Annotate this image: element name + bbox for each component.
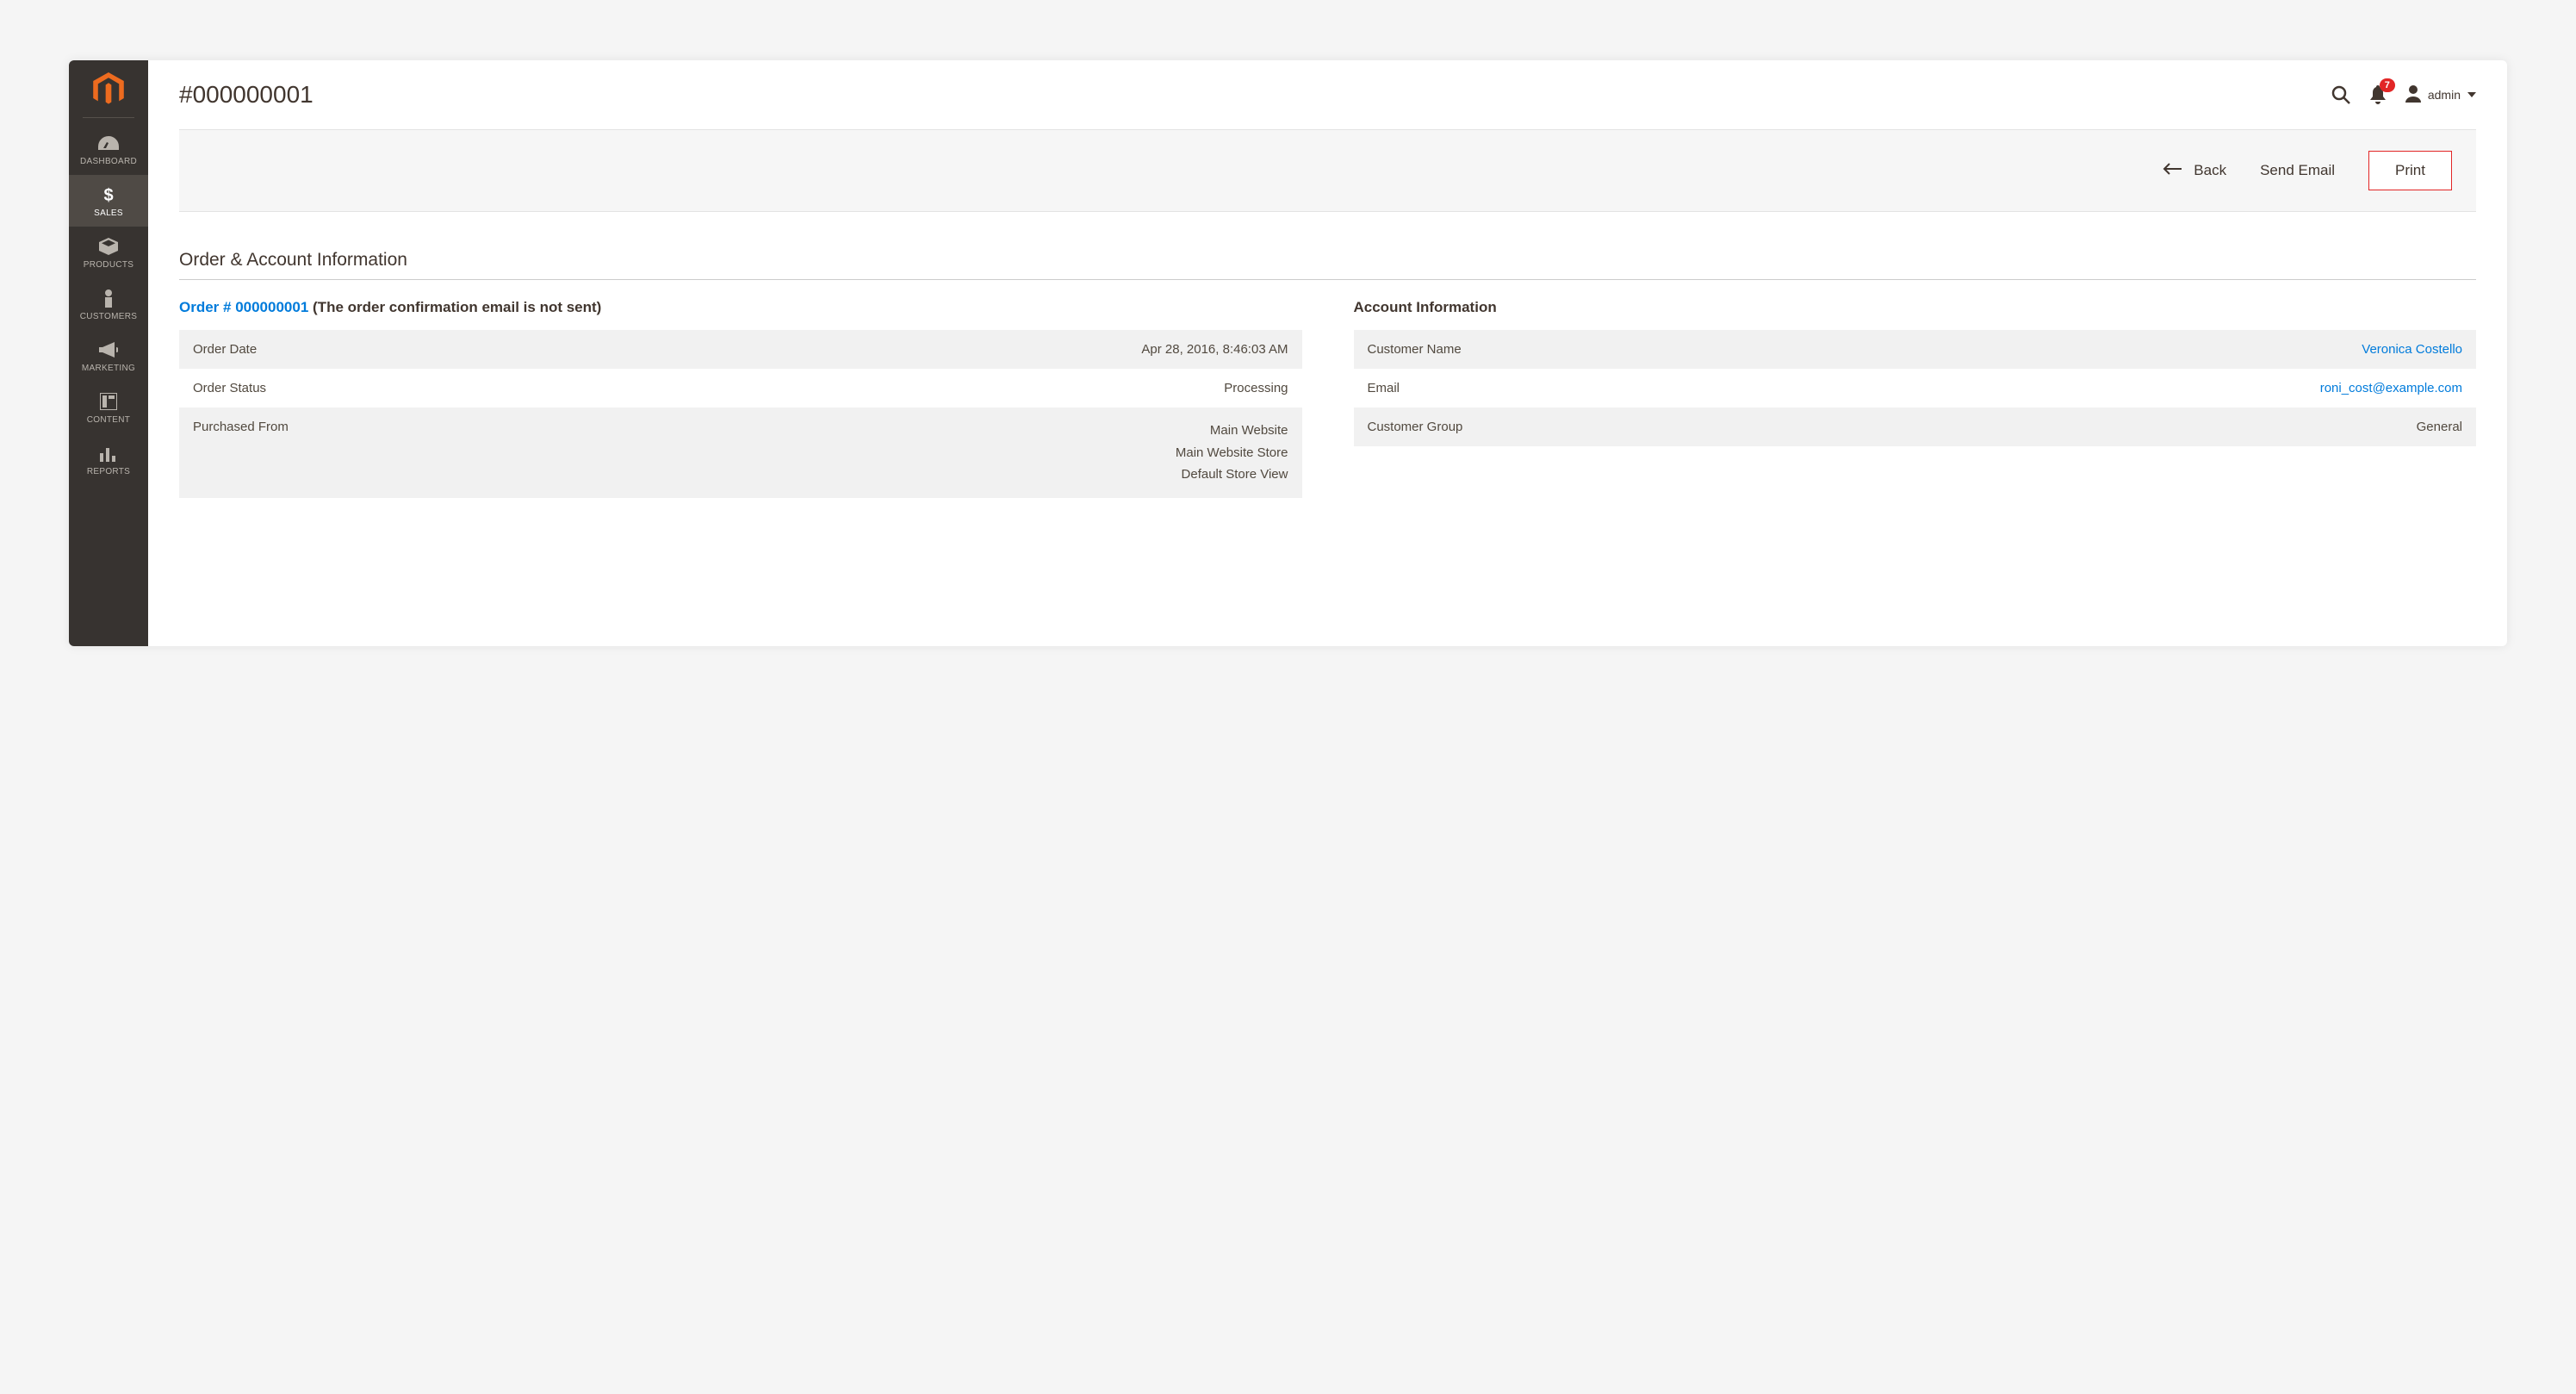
sidebar-item-label: REPORTS [87, 467, 130, 476]
page-title: #000000001 [179, 81, 313, 109]
notification-badge: 7 [2380, 78, 2395, 92]
customer-group-label: Customer Group [1354, 408, 1825, 446]
order-info-table: Order Date Apr 28, 2016, 8:46:03 AM Orde… [179, 330, 1302, 498]
account-info-column: Account Information Customer Name Veroni… [1354, 299, 2477, 498]
table-row: Customer Name Veronica Costello [1354, 330, 2477, 369]
sidebar-item-label: SALES [94, 208, 123, 218]
dashboard-icon [96, 134, 121, 152]
dollar-icon: $ [96, 185, 121, 204]
sidebar-item-marketing[interactable]: MARKETING [69, 330, 148, 382]
sidebar-item-label: CUSTOMERS [80, 312, 137, 321]
action-bar: Back Send Email Print [179, 129, 2476, 212]
magento-logo-icon[interactable] [91, 72, 126, 107]
user-icon [2405, 85, 2421, 105]
sidebar-item-products[interactable]: PRODUCTS [69, 227, 148, 278]
main-content: #000000001 7 admi [148, 60, 2507, 646]
customer-email-label: Email [1354, 369, 1825, 408]
sidebar-item-label: CONTENT [87, 415, 130, 425]
sidebar-item-reports[interactable]: REPORTS [69, 433, 148, 485]
chevron-down-icon [2467, 92, 2476, 97]
top-actions: 7 admin [2331, 85, 2476, 105]
order-subheading: Order # 000000001 (The order confirmatio… [179, 299, 1302, 316]
purchased-from-line: Main Website [658, 420, 1288, 442]
purchased-from-label: Purchased From [179, 408, 644, 498]
search-icon[interactable] [2331, 85, 2350, 104]
sidebar-item-label: MARKETING [82, 364, 135, 373]
sidebar-item-customers[interactable]: CUSTOMERS [69, 278, 148, 330]
order-date-label: Order Date [179, 330, 644, 369]
username-label: admin [2428, 88, 2461, 102]
purchased-from-line: Main Website Store [658, 442, 1288, 464]
customer-group-value: General [1825, 408, 2476, 446]
order-number-link[interactable]: Order # 000000001 [179, 299, 308, 315]
megaphone-icon [96, 340, 121, 359]
customer-name-label: Customer Name [1354, 330, 1825, 369]
sidebar: DASHBOARD $ SALES PRODUCTS CUSTOMERS [69, 60, 148, 646]
account-subheading: Account Information [1354, 299, 2477, 316]
order-status-value: Processing [644, 369, 1302, 408]
print-button[interactable]: Print [2368, 151, 2452, 190]
sidebar-item-content[interactable]: CONTENT [69, 382, 148, 433]
customer-name-link[interactable]: Veronica Costello [2362, 342, 2462, 357]
table-row: Order Status Processing [179, 369, 1302, 408]
back-label: Back [2194, 162, 2226, 179]
table-row: Purchased From Main Website Main Website… [179, 408, 1302, 498]
sidebar-item-label: DASHBOARD [80, 157, 137, 166]
layout-icon [96, 392, 121, 411]
top-bar: #000000001 7 admi [179, 81, 2476, 109]
customer-email-link[interactable]: roni_cost@example.com [2320, 381, 2462, 395]
bar-chart-icon [96, 444, 121, 463]
info-columns: Order # 000000001 (The order confirmatio… [179, 299, 2476, 498]
purchased-from-value: Main Website Main Website Store Default … [644, 408, 1302, 498]
user-menu[interactable]: admin [2405, 85, 2476, 105]
section-title: Order & Account Information [179, 250, 2476, 280]
table-row: Email roni_cost@example.com [1354, 369, 2477, 408]
sidebar-item-sales[interactable]: $ SALES [69, 175, 148, 227]
table-row: Order Date Apr 28, 2016, 8:46:03 AM [179, 330, 1302, 369]
person-icon [96, 289, 121, 308]
order-date-value: Apr 28, 2016, 8:46:03 AM [644, 330, 1302, 369]
order-heading-note: (The order confirmation email is not sen… [308, 299, 601, 315]
sidebar-item-dashboard[interactable]: DASHBOARD [69, 123, 148, 175]
back-button[interactable]: Back [2163, 162, 2226, 179]
sidebar-item-label: PRODUCTS [84, 260, 134, 270]
purchased-from-line: Default Store View [658, 464, 1288, 486]
app-window: DASHBOARD $ SALES PRODUCTS CUSTOMERS [69, 60, 2507, 646]
sidebar-separator [83, 117, 134, 118]
order-status-label: Order Status [179, 369, 644, 408]
table-row: Customer Group General [1354, 408, 2477, 446]
box-icon [96, 237, 121, 256]
svg-text:$: $ [103, 186, 113, 204]
send-email-button[interactable]: Send Email [2250, 151, 2344, 190]
account-info-table: Customer Name Veronica Costello Email ro… [1354, 330, 2477, 446]
order-info-column: Order # 000000001 (The order confirmatio… [179, 299, 1302, 498]
notifications-button[interactable]: 7 [2369, 85, 2387, 104]
arrow-left-icon [2163, 162, 2182, 179]
